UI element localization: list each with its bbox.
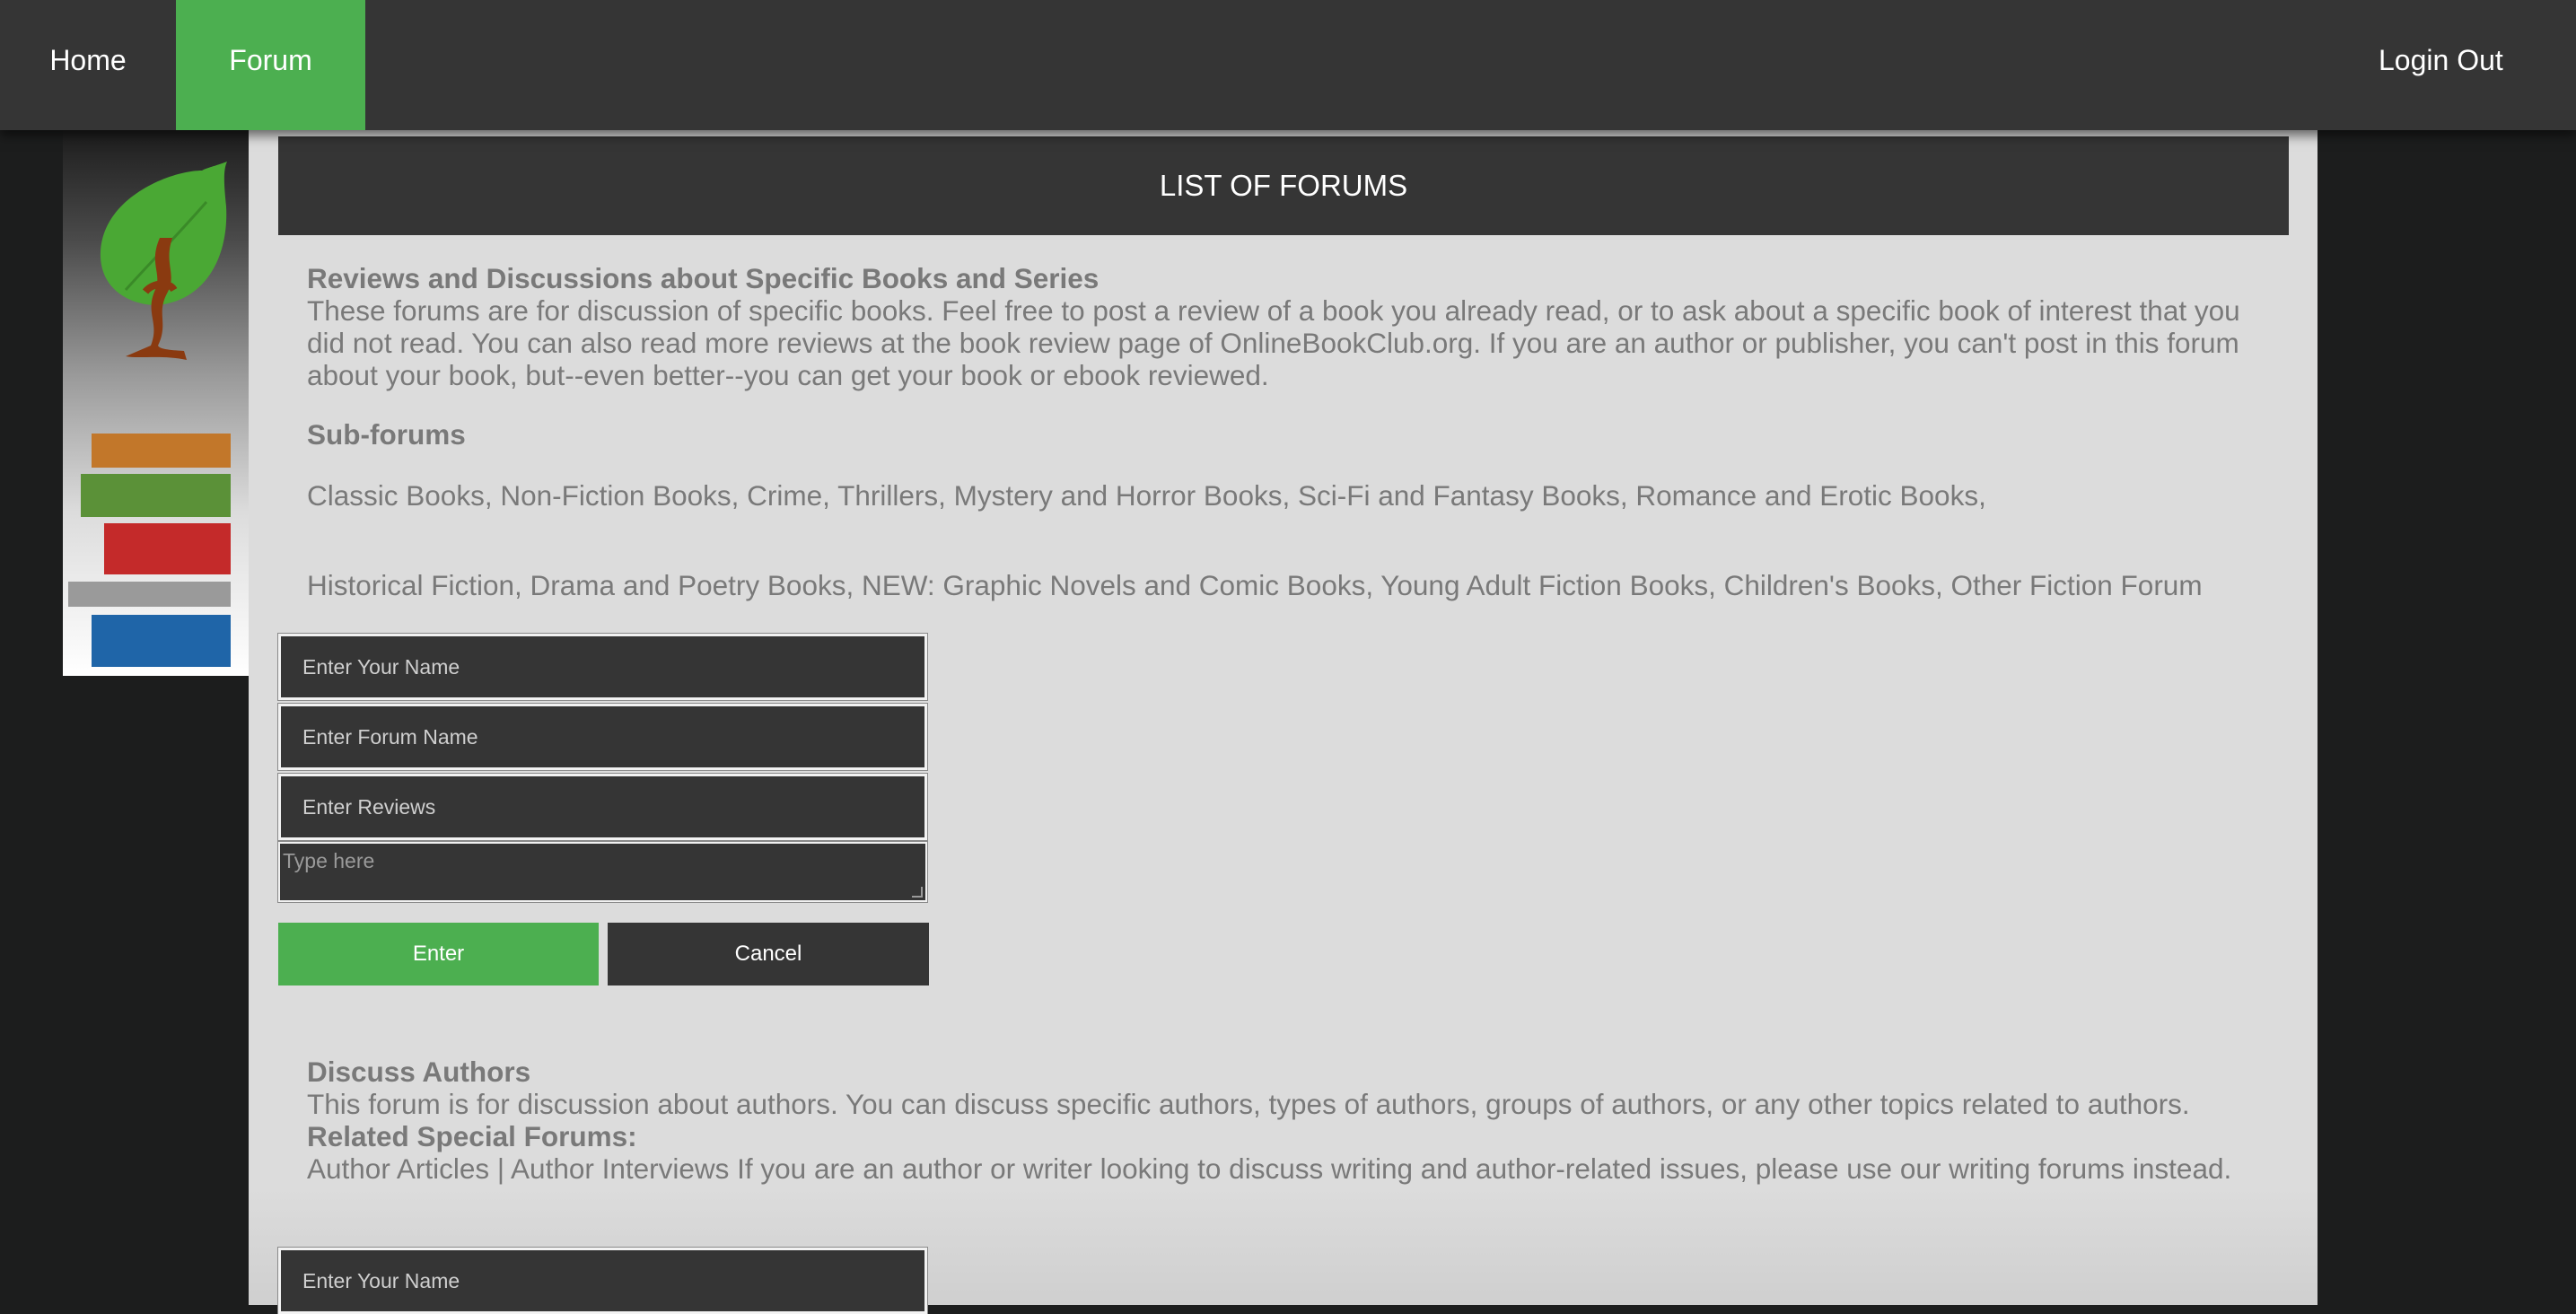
resize-handle-icon[interactable] [912,887,923,898]
nav-forum-link[interactable]: Forum [176,0,365,130]
comment-textarea[interactable]: Type here [277,841,928,903]
name-input-2[interactable]: Enter Your Name [277,1247,928,1314]
page-title: LIST OF FORUMS [278,136,2289,235]
forum-name-input[interactable]: Enter Forum Name [277,703,928,771]
forum-description-reviews: These forums are for discussion of speci… [307,294,2240,391]
forum-description-authors: This forum is for discussion about autho… [307,1088,2190,1120]
name-input[interactable]: Enter Your Name [277,633,928,701]
forum-heading-authors: Discuss Authors [307,1056,531,1088]
cancel-button[interactable]: Cancel [608,923,929,986]
nav-logout-link[interactable]: Login Out [2379,0,2576,130]
site-logo [63,130,249,676]
main-content: LIST OF FORUMS Reviews and Discussions a… [249,130,2318,1314]
subforums-list-line-2[interactable]: Historical Fiction, Drama and Poetry Boo… [307,569,2260,601]
subforums-list-line-1[interactable]: Classic Books, Non-Fiction Books, Crime,… [307,479,2260,512]
related-forums-text: Author Articles | Author Interviews If y… [307,1152,2232,1185]
top-navigation: Home Forum Login Out [0,0,2576,130]
subforums-heading: Sub-forums [307,418,466,451]
forum-heading-reviews: Reviews and Discussions about Specific B… [307,262,1100,294]
nav-home-link[interactable]: Home [0,0,176,130]
book-stack-leaf-logo-icon [68,162,231,667]
related-forums-heading: Related Special Forums: [307,1120,637,1152]
enter-button[interactable]: Enter [278,923,599,986]
reviews-input[interactable]: Enter Reviews [277,773,928,841]
textarea-placeholder: Type here [283,849,375,872]
